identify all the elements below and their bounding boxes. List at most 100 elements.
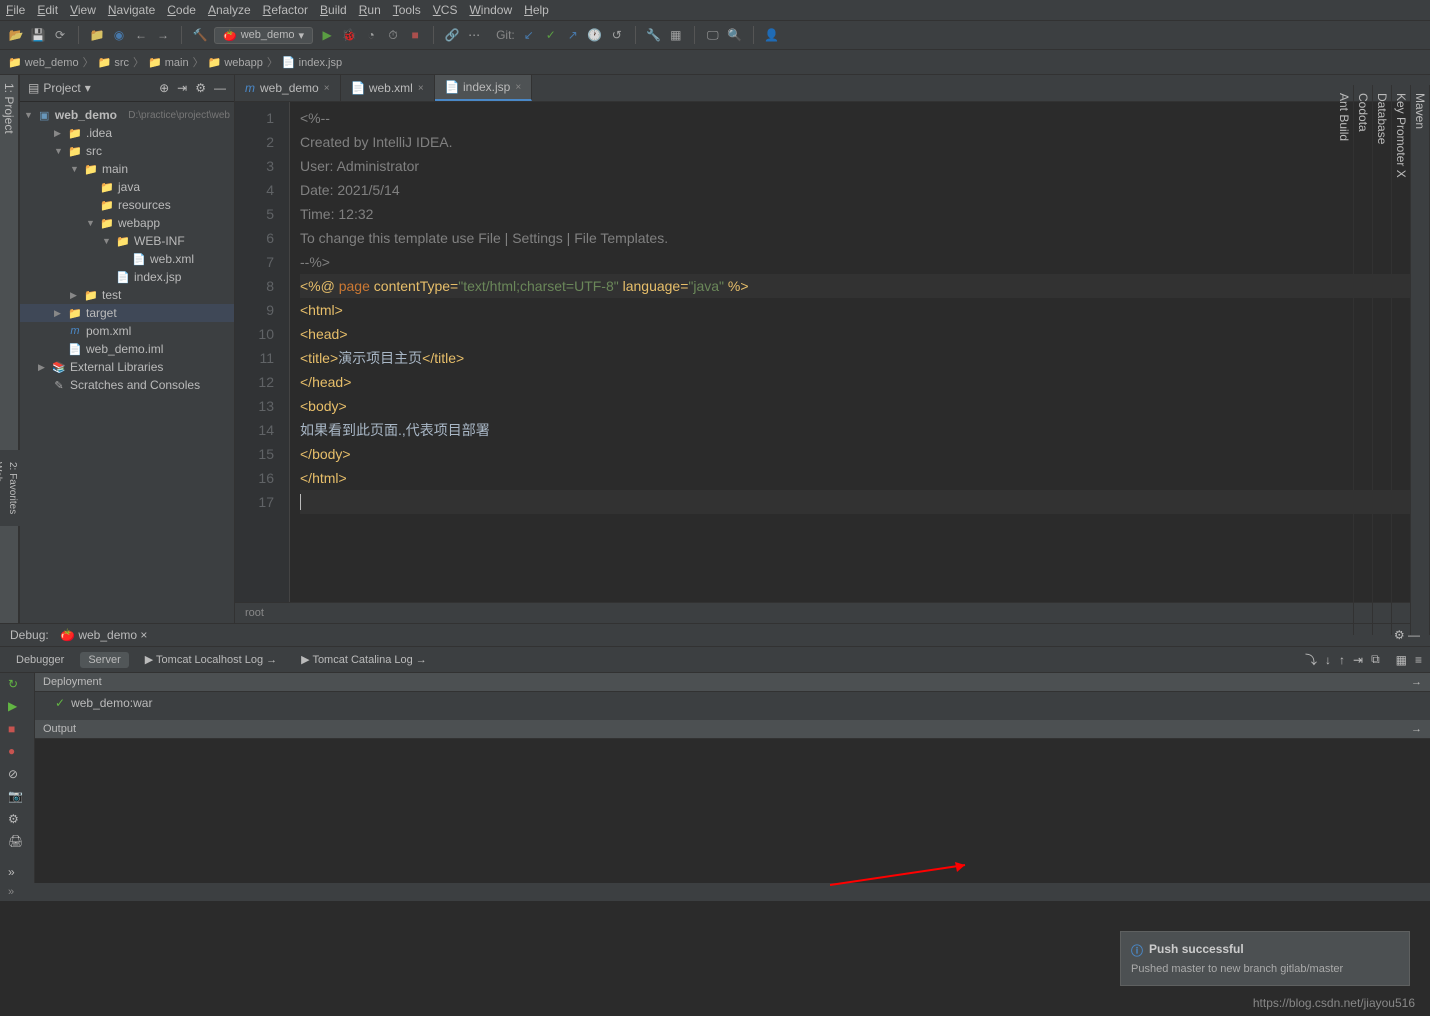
- menu-view[interactable]: View: [70, 3, 96, 17]
- editor-tab-web-xml[interactable]: 📄 web.xml ×: [341, 75, 435, 101]
- run-icon[interactable]: ▶: [319, 27, 335, 43]
- hammer-icon[interactable]: 🔨: [192, 27, 208, 43]
- crumb-1[interactable]: 📁 src: [98, 56, 129, 69]
- code-content[interactable]: <%-- Created by IntelliJ IDEA. User: Adm…: [290, 102, 1430, 602]
- menu-tools[interactable]: Tools: [393, 3, 421, 17]
- structure-icon[interactable]: ▦: [668, 27, 684, 43]
- folder-icon[interactable]: 📁: [89, 27, 105, 43]
- tree-item-src[interactable]: ▼📁src: [20, 142, 234, 160]
- save-icon[interactable]: 💾: [30, 27, 46, 43]
- git-revert-icon[interactable]: ↺: [609, 27, 625, 43]
- tree-item-test[interactable]: ▶📁test: [20, 286, 234, 304]
- debug-tab-server[interactable]: Server: [80, 652, 128, 668]
- locate-icon[interactable]: ⊕: [159, 81, 169, 95]
- menu-code[interactable]: Code: [167, 3, 196, 17]
- menu-refactor[interactable]: Refactor: [263, 3, 308, 17]
- right-tab-key-promoter-x[interactable]: Key Promoter X: [1392, 85, 1411, 635]
- stop-icon[interactable]: ■: [407, 27, 423, 43]
- tree-item-pom-xml[interactable]: mpom.xml: [20, 322, 234, 340]
- tree-item-resources[interactable]: 📁resources: [20, 196, 234, 214]
- profile-icon[interactable]: ⏱: [385, 27, 401, 43]
- right-tab-ant-build[interactable]: Ant Build: [1335, 85, 1354, 635]
- menu-navigate[interactable]: Navigate: [108, 3, 155, 17]
- menu-vcs[interactable]: VCS: [433, 3, 458, 17]
- output-area[interactable]: [35, 739, 1430, 883]
- tv-icon[interactable]: 🖵: [705, 27, 721, 43]
- debug-icon[interactable]: 🐞: [341, 27, 357, 43]
- attach-icon[interactable]: 🔗: [444, 27, 460, 43]
- editor-tab-index-jsp[interactable]: 📄 index.jsp ×: [435, 75, 532, 101]
- step-out-icon[interactable]: ↑: [1339, 653, 1345, 667]
- tree-item-target[interactable]: ▶📁target: [20, 304, 234, 322]
- print-icon[interactable]: 🖨: [8, 834, 26, 848]
- menu-edit[interactable]: Edit: [37, 3, 58, 17]
- step-into-icon[interactable]: ↓: [1325, 653, 1331, 667]
- layout-icon[interactable]: ▦: [1396, 653, 1407, 667]
- tree-item-scratches-and-consoles[interactable]: ✎Scratches and Consoles: [20, 376, 234, 394]
- settings2-icon[interactable]: ⚙: [8, 812, 26, 826]
- tree-item-index-jsp[interactable]: 📄index.jsp: [20, 268, 234, 286]
- stop2-icon[interactable]: ■: [8, 722, 26, 736]
- right-tab-codota[interactable]: Codota: [1354, 85, 1373, 635]
- pin-icon[interactable]: →: [1411, 676, 1422, 688]
- avatar-icon[interactable]: 👤: [764, 27, 780, 43]
- debug-tab-debugger[interactable]: Debugger: [8, 652, 72, 668]
- target-icon[interactable]: ◉: [111, 27, 127, 43]
- crumb-3[interactable]: 📁 webapp: [208, 56, 263, 69]
- rerun-icon[interactable]: ↻: [8, 677, 26, 691]
- collapse-icon[interactable]: ⇥: [177, 81, 187, 95]
- step-over-icon[interactable]: ⤵: [1305, 651, 1317, 668]
- tree-item-web-xml[interactable]: 📄web.xml: [20, 250, 234, 268]
- deployment-item[interactable]: ✓web_demo:war: [35, 692, 1430, 714]
- open-icon[interactable]: 📂: [8, 27, 24, 43]
- mute-bp-icon[interactable]: ⊘: [8, 767, 26, 781]
- back-icon[interactable]: ←: [133, 27, 149, 43]
- debug-tab-tomcat-catalina-log[interactable]: ▶ Tomcat Catalina Log →: [293, 651, 435, 668]
- hide-icon[interactable]: —: [214, 81, 226, 95]
- menu-window[interactable]: Window: [469, 3, 512, 17]
- menu-build[interactable]: Build: [320, 3, 347, 17]
- tree-root[interactable]: ▼▣ web_demo D:\practice\project\web: [20, 106, 234, 124]
- tree-item-java[interactable]: 📁java: [20, 178, 234, 196]
- coverage-icon[interactable]: ◔: [363, 27, 379, 43]
- resume-icon[interactable]: ▶: [8, 699, 26, 713]
- right-tab-database[interactable]: Database: [1373, 85, 1392, 635]
- crumb-2[interactable]: 📁 main: [148, 56, 189, 69]
- menu-run[interactable]: Run: [359, 3, 381, 17]
- run-config-selector[interactable]: 🍅 web_demo ▾: [214, 27, 313, 44]
- more-icon[interactable]: ⋯: [466, 27, 482, 43]
- tree-item-webapp[interactable]: ▼📁webapp: [20, 214, 234, 232]
- left-tab-web[interactable]: Web: [0, 450, 5, 526]
- tree-item-main[interactable]: ▼📁main: [20, 160, 234, 178]
- view-bp-icon[interactable]: ●: [8, 744, 26, 758]
- tree-item-external-libraries[interactable]: ▶📚External Libraries: [20, 358, 234, 376]
- list-icon[interactable]: ≡: [1415, 653, 1422, 667]
- project-tool-tab[interactable]: 1: Project: [0, 75, 19, 623]
- run-to-cursor-icon[interactable]: ⇥: [1353, 653, 1363, 667]
- left-tab-2-favorites[interactable]: 2: Favorites: [5, 450, 20, 526]
- notification-popup[interactable]: ⓘPush successful Pushed master to new br…: [1120, 931, 1410, 986]
- git-update-icon[interactable]: ↙: [521, 27, 537, 43]
- code-editor[interactable]: 1234567891011121314151617 <%-- Created b…: [235, 102, 1430, 602]
- editor-tab-web_demo[interactable]: m web_demo ×: [235, 75, 341, 101]
- camera-icon[interactable]: 📷: [8, 789, 26, 803]
- wrench-icon[interactable]: 🔧: [646, 27, 662, 43]
- tree-item-web-inf[interactable]: ▼📁WEB-INF: [20, 232, 234, 250]
- debug-tab-tomcat-localhost-log[interactable]: ▶ Tomcat Localhost Log →: [137, 651, 285, 668]
- tree-item--idea[interactable]: ▶📁.idea: [20, 124, 234, 142]
- collapse2-icon[interactable]: »: [8, 865, 26, 879]
- pin2-icon[interactable]: →: [1411, 723, 1422, 735]
- crumb-0[interactable]: 📁 web_demo: [8, 56, 79, 69]
- eval-icon[interactable]: ⧉: [1371, 652, 1380, 667]
- right-tab-maven[interactable]: Maven: [1411, 85, 1430, 635]
- menu-help[interactable]: Help: [524, 3, 549, 17]
- tree-item-web_demo-iml[interactable]: 📄web_demo.iml: [20, 340, 234, 358]
- git-history-icon[interactable]: 🕐: [587, 27, 603, 43]
- search-icon[interactable]: 🔍: [727, 27, 743, 43]
- git-commit-icon[interactable]: ✓: [543, 27, 559, 43]
- refresh-icon[interactable]: ⟳: [52, 27, 68, 43]
- gear-icon[interactable]: ⚙: [195, 81, 206, 95]
- menu-file[interactable]: File: [6, 3, 25, 17]
- git-push-icon[interactable]: ↗: [565, 27, 581, 43]
- forward-icon[interactable]: →: [155, 27, 171, 43]
